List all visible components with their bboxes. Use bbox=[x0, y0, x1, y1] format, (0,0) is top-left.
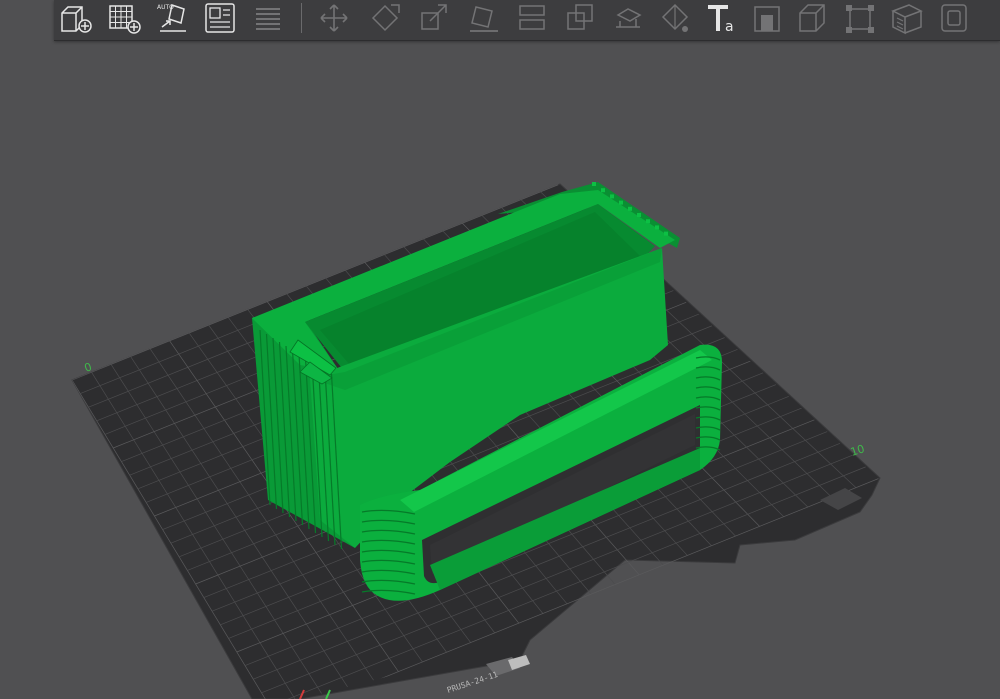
box-serration bbox=[646, 219, 650, 224]
box-serration bbox=[628, 206, 632, 211]
move-button[interactable] bbox=[316, 1, 352, 35]
box-serration bbox=[655, 225, 659, 230]
variable-layer-icon bbox=[846, 5, 874, 33]
bed-label-left: 0 bbox=[83, 360, 94, 375]
assembly-view-button[interactable] bbox=[794, 1, 830, 35]
box-serration bbox=[619, 200, 623, 205]
top-toolbar: AUTO a bbox=[54, 0, 1000, 41]
lay-on-face-icon bbox=[470, 6, 498, 32]
svg-text:a: a bbox=[725, 19, 734, 35]
split-icon bbox=[519, 5, 545, 30]
text-tool-icon: a bbox=[708, 5, 734, 35]
assembly-view-icon bbox=[799, 4, 825, 32]
auto-orient-icon: AUTO bbox=[157, 4, 186, 32]
add-plate-button[interactable] bbox=[106, 1, 142, 35]
add-plate-icon bbox=[109, 5, 141, 34]
layers-stack-button[interactable] bbox=[250, 1, 286, 35]
cut-button[interactable] bbox=[562, 1, 598, 35]
measure-icon bbox=[754, 6, 780, 32]
layers-stack-icon bbox=[256, 8, 280, 30]
hollow-icon bbox=[941, 4, 967, 32]
toolbar-separator bbox=[301, 3, 302, 33]
bed-label-right: 10 bbox=[849, 442, 866, 459]
cut-icon bbox=[567, 4, 593, 30]
support-paint-icon bbox=[616, 8, 642, 28]
box-serration bbox=[610, 194, 614, 199]
seam-paint-button[interactable] bbox=[657, 1, 693, 35]
scene-canvas[interactable]: 0 10 PRUSA-24-11 bbox=[0, 0, 1000, 699]
box-serration bbox=[637, 213, 641, 217]
sla-supports-button[interactable] bbox=[889, 1, 925, 35]
seam-paint-icon bbox=[661, 3, 689, 32]
support-paint-button[interactable] bbox=[610, 1, 646, 35]
sla-supports-icon bbox=[891, 4, 923, 35]
box-serration bbox=[601, 188, 605, 193]
3d-viewport[interactable]: 0 10 PRUSA-24-11 AUTO a bbox=[0, 0, 1000, 699]
lay-on-face-button[interactable] bbox=[466, 1, 502, 35]
hollow-button[interactable] bbox=[936, 1, 972, 35]
text-tool-button[interactable]: a bbox=[704, 1, 740, 35]
auto-orient-button[interactable]: AUTO bbox=[154, 1, 190, 35]
measure-button[interactable] bbox=[749, 1, 785, 35]
split-button[interactable] bbox=[514, 1, 550, 35]
scale-button[interactable] bbox=[416, 1, 452, 35]
variable-layer-button[interactable] bbox=[842, 1, 878, 35]
scale-icon bbox=[421, 4, 447, 30]
plate-tag: PRUSA-24-11 bbox=[446, 670, 499, 695]
rotate-icon bbox=[371, 4, 400, 32]
arrange-button[interactable] bbox=[202, 1, 238, 35]
arrange-icon bbox=[205, 3, 235, 33]
add-object-icon bbox=[61, 6, 92, 33]
move-icon bbox=[320, 4, 348, 32]
box-serration bbox=[592, 182, 596, 186]
rotate-button[interactable] bbox=[367, 1, 403, 35]
add-object-button[interactable] bbox=[58, 1, 94, 35]
box-serration bbox=[664, 231, 668, 236]
